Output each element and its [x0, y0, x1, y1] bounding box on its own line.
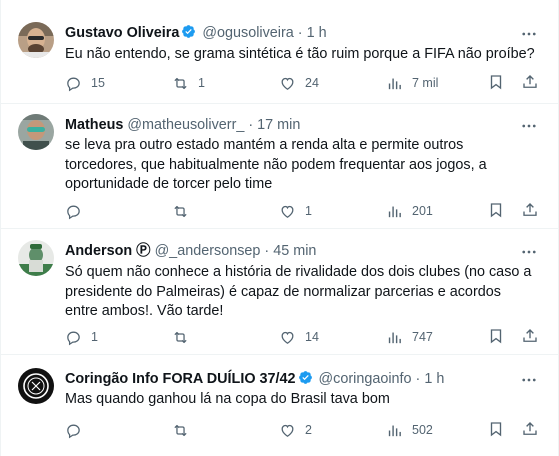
- tweet-actions: 1 201: [65, 201, 545, 221]
- reply-icon: [65, 75, 82, 92]
- heart-icon: [279, 75, 296, 92]
- avatar[interactable]: [18, 114, 54, 150]
- parrot-badge-icon: Ⓟ: [136, 243, 151, 259]
- author-handle[interactable]: @coringaoinfo: [319, 371, 412, 387]
- heart-icon: [279, 422, 296, 439]
- tweet-header: Anderson Ⓟ @_andersonsep · 45 min: [65, 242, 316, 260]
- views-count: 747: [412, 330, 433, 344]
- verified-badge-icon: [181, 24, 196, 39]
- share-icon[interactable]: [521, 73, 539, 91]
- author-name[interactable]: Anderson: [65, 243, 132, 259]
- retweet-count: 1: [198, 76, 205, 90]
- more-icon[interactable]: [520, 371, 538, 389]
- bookmark-icon[interactable]: [487, 420, 505, 438]
- share-icon[interactable]: [521, 420, 539, 438]
- reply-button[interactable]: 1: [65, 327, 98, 347]
- retweet-button[interactable]: [172, 420, 198, 440]
- tweet-text: Eu não entendo, se grama sintética é tão…: [65, 46, 535, 62]
- tweet[interactable]: Matheus @matheusoliverr_ · 17 min se lev…: [1, 104, 558, 229]
- timestamp[interactable]: 1 h: [424, 371, 444, 387]
- retweet-icon: [172, 422, 189, 439]
- views-button[interactable]: 747: [386, 327, 433, 347]
- tweet[interactable]: Anderson Ⓟ @_andersonsep · 45 min Só que…: [1, 229, 558, 355]
- like-button[interactable]: 24: [279, 73, 319, 93]
- author-name[interactable]: Matheus: [65, 117, 123, 133]
- views-icon: [386, 75, 403, 92]
- like-count: 24: [305, 76, 319, 90]
- views-icon: [386, 203, 403, 220]
- reply-button[interactable]: 15: [65, 73, 105, 93]
- tweet[interactable]: Gustavo Oliveira @ogusoliveira · 1 h Eu …: [1, 0, 558, 104]
- like-button[interactable]: 2: [279, 420, 312, 440]
- reply-count: 1: [91, 330, 98, 344]
- reply-icon: [65, 422, 82, 439]
- views-count: 7 mil: [412, 76, 439, 90]
- more-icon[interactable]: [520, 117, 538, 135]
- avatar[interactable]: [18, 368, 54, 404]
- retweet-icon: [172, 75, 189, 92]
- views-button[interactable]: 502: [386, 420, 433, 440]
- share-icon[interactable]: [521, 201, 539, 219]
- like-button[interactable]: 14: [279, 327, 319, 347]
- author-name[interactable]: Coringão Info FORA DUÍLIO 37/42: [65, 371, 296, 387]
- tweet-text: Mas quando ganhou lá na copa do Brasil t…: [65, 391, 390, 407]
- like-count: 2: [305, 423, 312, 437]
- author-handle[interactable]: @_andersonsep: [155, 243, 261, 259]
- like-count: 14: [305, 330, 319, 344]
- bookmark-icon[interactable]: [487, 327, 505, 345]
- tweet-text: Só quem não conhece a história de rivali…: [65, 264, 532, 320]
- tweet-header: Coringão Info FORA DUÍLIO 37/42 @coringa…: [65, 370, 444, 388]
- reply-icon: [65, 203, 82, 220]
- tweet-header: Gustavo Oliveira @ogusoliveira · 1 h: [65, 24, 327, 42]
- timestamp[interactable]: 1 h: [307, 25, 327, 41]
- tweet-text: se leva pra outro estado mantém a renda …: [65, 137, 487, 193]
- views-count: 502: [412, 423, 433, 437]
- reply-button[interactable]: [65, 420, 91, 440]
- tweet-actions: 15 1 24 7 mil: [65, 73, 545, 93]
- tweet-actions: 2 502: [65, 420, 545, 440]
- separator: ·: [297, 25, 303, 41]
- reply-icon: [65, 329, 82, 346]
- author-handle[interactable]: @ogusoliveira: [202, 25, 293, 41]
- separator: ·: [415, 371, 421, 387]
- reply-count: 15: [91, 76, 105, 90]
- views-button[interactable]: 201: [386, 201, 433, 221]
- views-icon: [386, 329, 403, 346]
- bookmark-icon[interactable]: [487, 201, 505, 219]
- reply-feed: Gustavo Oliveira @ogusoliveira · 1 h Eu …: [0, 0, 559, 456]
- avatar[interactable]: [18, 240, 54, 276]
- bookmark-icon[interactable]: [487, 73, 505, 91]
- retweet-button[interactable]: [172, 201, 198, 221]
- avatar[interactable]: [18, 22, 54, 58]
- retweet-button[interactable]: 1: [172, 73, 205, 93]
- heart-icon: [279, 329, 296, 346]
- author-name[interactable]: Gustavo Oliveira: [65, 25, 179, 41]
- views-count: 201: [412, 204, 433, 218]
- retweet-icon: [172, 203, 189, 220]
- more-icon[interactable]: [520, 25, 538, 43]
- like-button[interactable]: 1: [279, 201, 312, 221]
- more-icon[interactable]: [520, 243, 538, 261]
- timestamp[interactable]: 17 min: [257, 117, 300, 133]
- heart-icon: [279, 203, 296, 220]
- separator: ·: [264, 243, 270, 259]
- reply-button[interactable]: [65, 201, 91, 221]
- views-button[interactable]: 7 mil: [386, 73, 438, 93]
- share-icon[interactable]: [521, 327, 539, 345]
- verified-badge-icon: [298, 370, 313, 385]
- retweet-icon: [172, 329, 189, 346]
- like-count: 1: [305, 204, 312, 218]
- retweet-button[interactable]: [172, 327, 198, 347]
- author-handle[interactable]: @matheusoliverr_: [127, 117, 244, 133]
- separator: ·: [248, 117, 254, 133]
- views-icon: [386, 422, 403, 439]
- timestamp[interactable]: 45 min: [273, 243, 316, 259]
- tweet-actions: 1 14 747: [65, 327, 545, 347]
- tweet[interactable]: Coringão Info FORA DUÍLIO 37/42 @coringa…: [1, 355, 558, 456]
- tweet-header: Matheus @matheusoliverr_ · 17 min: [65, 116, 300, 134]
